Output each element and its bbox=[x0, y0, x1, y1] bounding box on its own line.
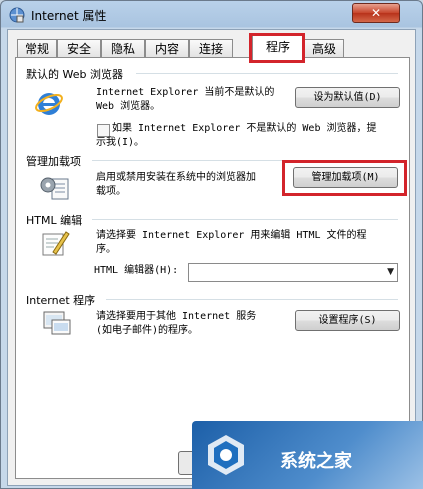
tab-security[interactable]: 安全 bbox=[57, 39, 101, 58]
internet-programs-group-title: Internet 程序 bbox=[26, 294, 96, 307]
set-programs-button[interactable]: 设置程序(S) bbox=[295, 310, 400, 331]
chevron-down-icon: ▼ bbox=[387, 267, 394, 277]
html-editor-dropdown[interactable]: ▼ bbox=[188, 263, 398, 282]
internet-explorer-icon bbox=[35, 93, 63, 115]
addons-description-line1: 启用或禁用安装在系统中的浏览器加 bbox=[96, 172, 256, 183]
internet-options-icon bbox=[9, 7, 25, 23]
tab-advanced[interactable]: 高级 bbox=[304, 39, 344, 58]
window-title: Internet 属性 bbox=[31, 9, 107, 23]
tab-privacy[interactable]: 隐私 bbox=[101, 39, 145, 58]
set-default-button[interactable]: 设为默认值(D) bbox=[295, 87, 400, 108]
tab-connections[interactable]: 连接 bbox=[189, 39, 233, 58]
html-editor-icon bbox=[42, 231, 70, 256]
html-editor-label: HTML 编辑器(H): bbox=[94, 265, 179, 276]
internet-properties-window: Internet 属性 ✕ 常规 安全 隐私 内容 连接 程序 高级 默认的 W… bbox=[0, 0, 423, 489]
manage-addons-highlight bbox=[282, 160, 407, 196]
watermark-banner: 系统之家 bbox=[192, 421, 423, 489]
default-browser-group-title: 默认的 Web 浏览器 bbox=[26, 68, 123, 81]
programs-panel: 默认的 Web 浏览器 Internet Explorer 当前不是默认的 We… bbox=[15, 57, 410, 479]
divider bbox=[92, 219, 398, 220]
html-editing-group-title: HTML 编辑 bbox=[26, 214, 83, 227]
programs-tab-highlight bbox=[249, 33, 305, 63]
addons-group-title: 管理加载项 bbox=[26, 155, 81, 168]
addons-description-line2: 载项。 bbox=[96, 186, 126, 197]
tab-content[interactable]: 内容 bbox=[145, 39, 189, 58]
watermark-text: 系统之家 bbox=[280, 451, 352, 472]
close-button[interactable]: ✕ bbox=[352, 3, 400, 23]
addons-gear-icon bbox=[40, 177, 69, 200]
tab-general[interactable]: 常规 bbox=[17, 39, 57, 58]
default-browser-description-line1: Internet Explorer 当前不是默认的 bbox=[96, 87, 275, 98]
html-editing-description-line1: 请选择要 Internet Explorer 用来编辑 HTML 文件的程 bbox=[96, 230, 367, 241]
prompt-default-label-line1: 如果 Internet Explorer 不是默认的 Web 浏览器，提 bbox=[112, 123, 377, 134]
prompt-default-label-line2: 示我(I)。 bbox=[96, 137, 145, 148]
divider bbox=[136, 73, 398, 74]
system-home-logo-icon bbox=[208, 435, 244, 475]
html-editing-description-line2: 序。 bbox=[96, 244, 116, 255]
internet-programs-icon bbox=[43, 311, 71, 335]
internet-programs-description-line2: (如电子邮件)的程序。 bbox=[96, 325, 199, 336]
dialog-body: 常规 安全 隐私 内容 连接 程序 高级 默认的 Web 浏览器 Interne… bbox=[7, 29, 416, 486]
default-browser-description-line2: Web 浏览器。 bbox=[96, 101, 161, 112]
title-bar[interactable]: Internet 属性 ✕ bbox=[1, 1, 422, 29]
divider bbox=[106, 299, 398, 300]
internet-programs-description-line1: 请选择要用于其他 Internet 服务 bbox=[96, 311, 257, 322]
